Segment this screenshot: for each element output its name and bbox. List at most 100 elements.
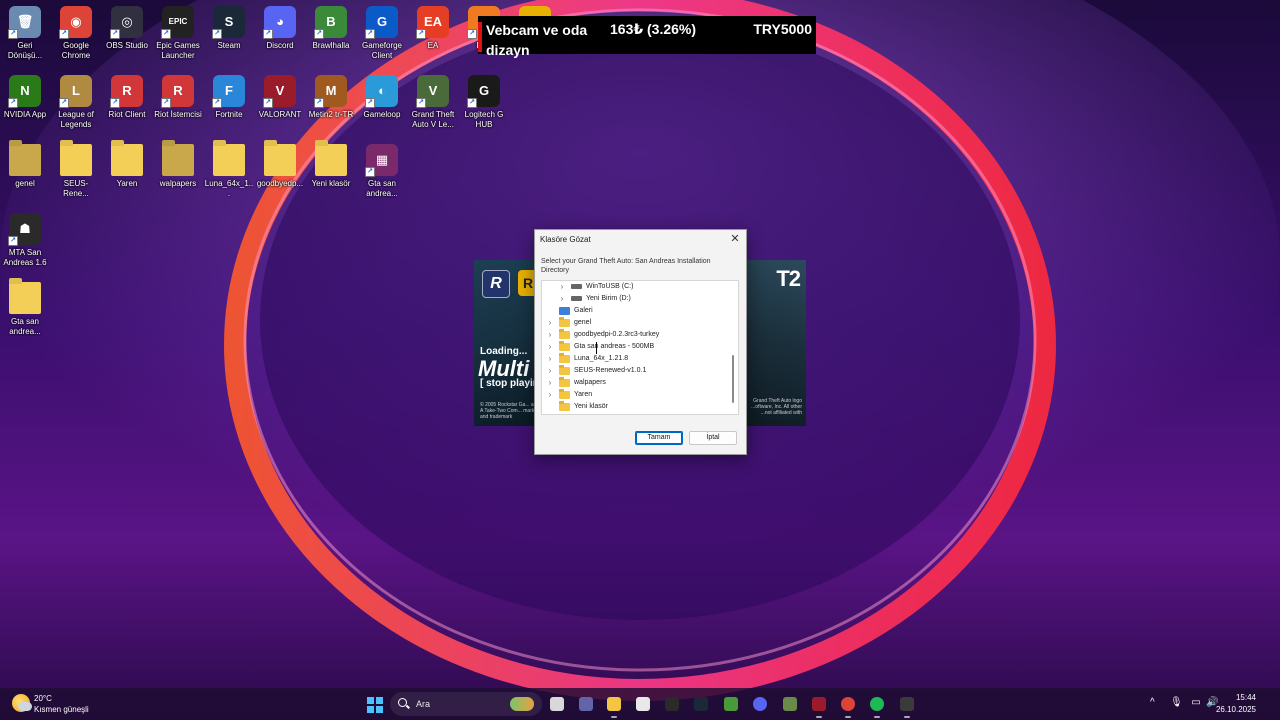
desktop-icon-league-of-legends[interactable]: L ↗ League of Legends [51,75,101,130]
desktop-icon-goodbyedp[interactable]: goodbyedp... [255,144,305,189]
task-view-taskbar-button[interactable] [546,693,568,715]
desktop-icon-steam[interactable]: S ↗ Steam [204,6,254,51]
tree-item-label: Yeni klasör [574,403,608,410]
desktop-icon-obs-studio[interactable]: ◎ ↗ OBS Studio [102,6,152,51]
desktop-icon-grand-theft-auto-v-le[interactable]: V ↗ Grand Theft Auto V Le... [408,75,458,130]
valorant-taskbar-button[interactable] [808,693,830,718]
network-icon[interactable]: ▭ [1190,697,1202,709]
folder-icon [9,282,41,314]
chevron-right-icon[interactable]: › [546,329,554,341]
desktop-icon-riot-i-stemcisi[interactable]: R ↗ Riot İstemcisi [153,75,203,120]
desktop-icon-gta-san-andrea[interactable]: Gta san andrea... [0,282,50,337]
desktop-icon-fortnite[interactable]: F ↗ Fortnite [204,75,254,120]
mta-taskbar-button[interactable] [896,693,918,718]
microsoft-store-taskbar-button[interactable] [632,693,654,715]
desktop-icon-label: Geri Dönüşü... [7,41,43,60]
tree-item[interactable]: › walpapers [542,377,722,389]
desktop-icon-label: Riot İstemcisi [154,110,202,119]
search-box[interactable]: Ara [390,692,542,716]
discord-taskbar-button[interactable] [749,693,771,715]
desktop-icon-mta-san-andreas-1-6[interactable]: ☗ ↗ MTA San Andreas 1.6 [0,213,50,268]
app-icon: L ↗ [59,75,92,108]
spotify-taskbar-button[interactable] [866,693,888,718]
chevron-right-icon[interactable]: › [546,389,554,401]
gta-icon [783,697,797,711]
desktop-icon-discord[interactable]: ◕ ↗ Discord [255,6,305,51]
minecraft-taskbar-button[interactable] [720,693,742,715]
desktop-icon-google-chrome[interactable]: ◉ ↗ Google Chrome [51,6,101,61]
text-cursor-icon [596,342,597,354]
tree-item[interactable]: › Gta san andreas - 500MB [542,341,722,353]
chevron-right-icon[interactable]: › [546,365,554,377]
chevron-right-icon[interactable]: › [558,281,566,293]
desktop-icon-ea[interactable]: EA ↗ EA [408,6,458,51]
chevron-right-icon[interactable]: › [546,377,554,389]
desktop-icon-gta-san-andrea[interactable]: ▦ ↗ Gta san andrea... [357,144,407,199]
obs-taskbar-button[interactable] [661,693,683,715]
folder-tree[interactable]: › WinToUSB (C:) › Yeni Birim (D:) Galeri › gen… [541,280,739,415]
ok-button[interactable]: Tamam [635,431,683,445]
tree-item[interactable]: › Yaren [542,389,722,401]
chevron-right-icon[interactable]: › [558,293,566,305]
desktop-icon-label: Yeni klasör [311,179,351,188]
folder-icon [559,389,570,399]
desktop-icon-label: MTA San Andreas 1.6 [3,248,47,267]
chevron-right-icon[interactable]: › [546,317,554,329]
desktop-icon-valorant[interactable]: V ↗ VALORANT [255,75,305,120]
desktop-icon-label: OBS Studio [106,41,148,50]
start-button[interactable] [367,697,383,713]
weather-description: Kısmen güneşli [34,705,89,714]
desktop-icon-metin2-tr-tr[interactable]: M ↗ Metin2 tr-TR [306,75,356,120]
desktop-icon-label: Grand Theft Auto V Le... [411,110,455,129]
chrome-taskbar-button[interactable] [837,693,859,718]
shortcut-arrow-icon: ↗ [212,29,222,39]
shortcut-arrow-icon: ↗ [467,98,477,108]
show-hidden-icons-button[interactable]: ^ [1150,697,1155,708]
drive-icon [571,284,582,289]
microphone-icon[interactable]: 🎙 [1170,697,1183,709]
tree-item[interactable]: Yeni klasör [542,401,722,413]
clock-date[interactable]: 26.10.2025 [1216,705,1256,714]
tree-item[interactable]: › SEUS-Renewed-v1.0.1 [542,365,722,377]
cancel-button[interactable]: İptal [689,431,737,445]
tree-item-label: Yeni Birim (D:) [586,295,631,302]
tree-item[interactable]: › goodbyedpi-0.2.3rc3-turkey [542,329,722,341]
desktop-icon-yaren[interactable]: Yaren [102,144,152,189]
shortcut-arrow-icon: ↗ [8,98,18,108]
desktop-icon-logitech-g-hub[interactable]: G ↗ Logitech G HUB [459,75,509,130]
teams-icon [579,697,593,711]
desktop-icon-luna-64x-1[interactable]: Luna_64x_1... [204,144,254,199]
tree-item[interactable]: › Luna_64x_1.21.8 [542,353,722,365]
shortcut-arrow-icon: ↗ [314,29,324,39]
close-button[interactable]: ✕ [727,232,743,246]
desktop-icon-geri-dönüşü[interactable]: 🗑 ↗ Geri Dönüşü... [0,6,50,61]
tree-item-label: Gta san andreas - 500MB [574,343,655,350]
folder-icon [162,144,194,176]
tree-item[interactable]: › genel [542,317,722,329]
desktop-icon-epic-games-launcher[interactable]: EPIC ↗ Epic Games Launcher [153,6,203,61]
teams-taskbar-button[interactable] [575,693,597,715]
desktop-icon-seus-rene[interactable]: SEUS-Rene... [51,144,101,199]
desktop-icon-riot-client[interactable]: R ↗ Riot Client [102,75,152,120]
tree-scrollbar[interactable] [732,355,734,403]
desktop-icon-nvidia-app[interactable]: N ↗ NVIDIA App [0,75,50,120]
desktop-icon-yeni-klasör[interactable]: Yeni klasör [306,144,356,189]
chevron-right-icon[interactable]: › [546,353,554,365]
desktop-icon-gameforge-client[interactable]: G ↗ Gameforge Client [357,6,407,61]
desktop-icon-brawlhalla[interactable]: B ↗ Brawlhalla [306,6,356,51]
gta-taskbar-button[interactable] [779,693,801,715]
chevron-right-icon[interactable]: › [546,341,554,353]
desktop-icon-label: EA [427,41,439,50]
shortcut-arrow-icon: ↗ [161,98,171,108]
file-explorer-taskbar-button[interactable] [603,693,625,718]
tree-item[interactable]: › Yeni Birim (D:) [542,293,722,305]
desktop-icon-gameloop[interactable]: ◐ ↗ Gameloop [357,75,407,120]
desktop-icon-walpapers[interactable]: walpapers [153,144,203,189]
desktop-icon-genel[interactable]: genel [0,144,50,189]
tree-item[interactable]: › WinToUSB (C:) [542,281,722,293]
app-icon: ▦ ↗ [365,144,398,177]
steam-taskbar-button[interactable] [690,693,712,715]
splash-copyright-right: Grand Theft Auto logo ...oftware, Inc. A… [751,398,802,416]
tree-item[interactable]: Galeri [542,305,722,317]
clock-time[interactable]: 15:44 [1236,693,1256,702]
